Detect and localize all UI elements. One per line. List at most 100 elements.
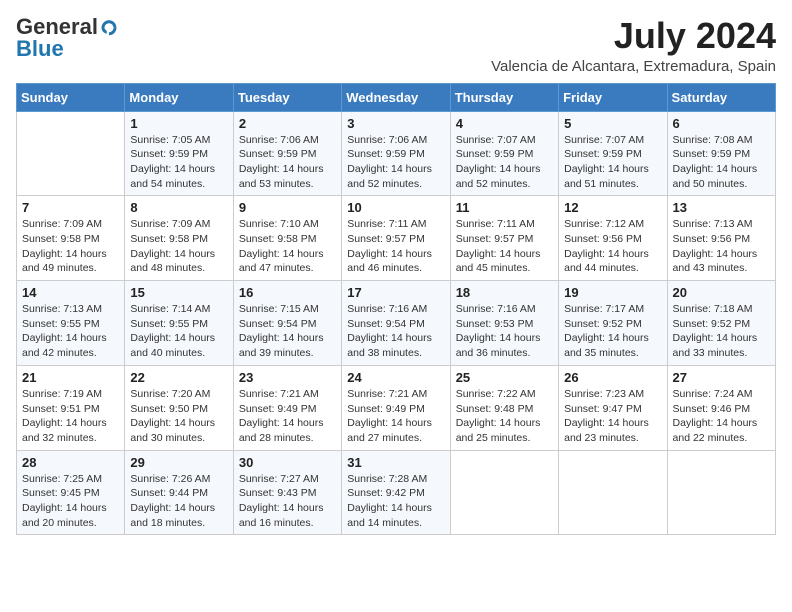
- day-number: 16: [239, 285, 336, 300]
- day-header-friday: Friday: [559, 83, 667, 111]
- day-number: 19: [564, 285, 661, 300]
- calendar-table: SundayMondayTuesdayWednesdayThursdayFrid…: [16, 83, 776, 536]
- calendar-cell: 3 Sunrise: 7:06 AM Sunset: 9:59 PM Daylig…: [342, 111, 450, 196]
- day-number: 13: [673, 200, 770, 215]
- calendar-cell: 28 Sunrise: 7:25 AM Sunset: 9:45 PM Dayli…: [17, 450, 125, 535]
- day-header-sunday: Sunday: [17, 83, 125, 111]
- day-info: Sunrise: 7:21 AM Sunset: 9:49 PM Dayligh…: [347, 387, 444, 446]
- day-number: 5: [564, 116, 661, 131]
- logo-icon: [100, 18, 118, 36]
- calendar-cell: 19 Sunrise: 7:17 AM Sunset: 9:52 PM Dayli…: [559, 281, 667, 366]
- day-number: 7: [22, 200, 119, 215]
- day-number: 26: [564, 370, 661, 385]
- day-info: Sunrise: 7:16 AM Sunset: 9:54 PM Dayligh…: [347, 302, 444, 361]
- calendar-cell: 13 Sunrise: 7:13 AM Sunset: 9:56 PM Dayli…: [667, 196, 775, 281]
- calendar-cell: 27Sunrise: 7:24 AM Sunset: 9:46 PM Dayli…: [667, 365, 775, 450]
- calendar-header-row: SundayMondayTuesdayWednesdayThursdayFrid…: [17, 83, 776, 111]
- calendar-cell: 15Sunrise: 7:14 AM Sunset: 9:55 PM Dayli…: [125, 281, 233, 366]
- day-info: Sunrise: 7:09 AM Sunset: 9:58 PM Dayligh…: [130, 217, 227, 276]
- calendar-cell: 5 Sunrise: 7:07 AM Sunset: 9:59 PM Daylig…: [559, 111, 667, 196]
- day-info: Sunrise: 7:13 AM Sunset: 9:56 PM Dayligh…: [673, 217, 770, 276]
- location-subtitle: Valencia de Alcantara, Extremadura, Spai…: [491, 58, 776, 75]
- day-number: 30: [239, 455, 336, 470]
- day-number: 28: [22, 455, 119, 470]
- day-number: 3: [347, 116, 444, 131]
- calendar-cell: 2 Sunrise: 7:06 AM Sunset: 9:59 PM Daylig…: [233, 111, 341, 196]
- day-info: Sunrise: 7:24 AM Sunset: 9:46 PM Dayligh…: [673, 387, 770, 446]
- day-info: Sunrise: 7:13 AM Sunset: 9:55 PM Dayligh…: [22, 302, 119, 361]
- logo-general: General: [16, 16, 98, 38]
- calendar-cell: 12 Sunrise: 7:12 AM Sunset: 9:56 PM Dayli…: [559, 196, 667, 281]
- day-info: Sunrise: 7:17 AM Sunset: 9:52 PM Dayligh…: [564, 302, 661, 361]
- calendar-cell: 11Sunrise: 7:11 AM Sunset: 9:57 PM Dayli…: [450, 196, 558, 281]
- calendar-cell: 26 Sunrise: 7:23 AM Sunset: 9:47 PM Dayli…: [559, 365, 667, 450]
- day-info: Sunrise: 7:15 AM Sunset: 9:54 PM Dayligh…: [239, 302, 336, 361]
- calendar-cell: 7Sunrise: 7:09 AM Sunset: 9:58 PM Daylig…: [17, 196, 125, 281]
- calendar-cell: 1Sunrise: 7:05 AM Sunset: 9:59 PM Daylig…: [125, 111, 233, 196]
- calendar-week-4: 21Sunrise: 7:19 AM Sunset: 9:51 PM Dayli…: [17, 365, 776, 450]
- day-number: 17: [347, 285, 444, 300]
- day-info: Sunrise: 7:18 AM Sunset: 9:52 PM Dayligh…: [673, 302, 770, 361]
- calendar-cell: 29 Sunrise: 7:26 AM Sunset: 9:44 PM Dayli…: [125, 450, 233, 535]
- logo: General Blue: [16, 16, 118, 60]
- day-number: 6: [673, 116, 770, 131]
- page-header: General Blue July 2024 Valencia de Alcan…: [16, 16, 776, 75]
- day-info: Sunrise: 7:16 AM Sunset: 9:53 PM Dayligh…: [456, 302, 553, 361]
- calendar-cell: 8Sunrise: 7:09 AM Sunset: 9:58 PM Daylig…: [125, 196, 233, 281]
- calendar-cell: 24Sunrise: 7:21 AM Sunset: 9:49 PM Dayli…: [342, 365, 450, 450]
- calendar-cell: 10 Sunrise: 7:11 AM Sunset: 9:57 PM Dayli…: [342, 196, 450, 281]
- calendar-cell: 31 Sunrise: 7:28 AM Sunset: 9:42 PM Dayli…: [342, 450, 450, 535]
- day-info: Sunrise: 7:07 AM Sunset: 9:59 PM Dayligh…: [456, 133, 553, 192]
- calendar-cell: 4Sunrise: 7:07 AM Sunset: 9:59 PM Daylig…: [450, 111, 558, 196]
- calendar-week-3: 14 Sunrise: 7:13 AM Sunset: 9:55 PM Dayli…: [17, 281, 776, 366]
- day-number: 9: [239, 200, 336, 215]
- day-info: Sunrise: 7:23 AM Sunset: 9:47 PM Dayligh…: [564, 387, 661, 446]
- day-info: Sunrise: 7:06 AM Sunset: 9:59 PM Dayligh…: [347, 133, 444, 192]
- day-number: 25: [456, 370, 553, 385]
- day-info: Sunrise: 7:19 AM Sunset: 9:51 PM Dayligh…: [22, 387, 119, 446]
- day-number: 10: [347, 200, 444, 215]
- day-number: 29: [130, 455, 227, 470]
- calendar-cell: [667, 450, 775, 535]
- calendar-cell: 6Sunrise: 7:08 AM Sunset: 9:59 PM Daylig…: [667, 111, 775, 196]
- day-number: 14: [22, 285, 119, 300]
- day-header-saturday: Saturday: [667, 83, 775, 111]
- day-info: Sunrise: 7:21 AM Sunset: 9:49 PM Dayligh…: [239, 387, 336, 446]
- calendar-cell: 25 Sunrise: 7:22 AM Sunset: 9:48 PM Dayli…: [450, 365, 558, 450]
- calendar-cell: 21Sunrise: 7:19 AM Sunset: 9:51 PM Dayli…: [17, 365, 125, 450]
- day-info: Sunrise: 7:14 AM Sunset: 9:55 PM Dayligh…: [130, 302, 227, 361]
- day-header-wednesday: Wednesday: [342, 83, 450, 111]
- calendar-cell: 23 Sunrise: 7:21 AM Sunset: 9:49 PM Dayli…: [233, 365, 341, 450]
- month-year-title: July 2024: [491, 16, 776, 56]
- calendar-cell: 9Sunrise: 7:10 AM Sunset: 9:58 PM Daylig…: [233, 196, 341, 281]
- day-info: Sunrise: 7:27 AM Sunset: 9:43 PM Dayligh…: [239, 472, 336, 531]
- calendar-cell: 30 Sunrise: 7:27 AM Sunset: 9:43 PM Dayli…: [233, 450, 341, 535]
- day-number: 11: [456, 200, 553, 215]
- day-header-tuesday: Tuesday: [233, 83, 341, 111]
- calendar-cell: 20 Sunrise: 7:18 AM Sunset: 9:52 PM Dayli…: [667, 281, 775, 366]
- day-number: 2: [239, 116, 336, 131]
- day-number: 18: [456, 285, 553, 300]
- day-info: Sunrise: 7:07 AM Sunset: 9:59 PM Dayligh…: [564, 133, 661, 192]
- day-info: Sunrise: 7:26 AM Sunset: 9:44 PM Dayligh…: [130, 472, 227, 531]
- calendar-cell: 22Sunrise: 7:20 AM Sunset: 9:50 PM Dayli…: [125, 365, 233, 450]
- day-number: 23: [239, 370, 336, 385]
- day-number: 31: [347, 455, 444, 470]
- day-info: Sunrise: 7:11 AM Sunset: 9:57 PM Dayligh…: [347, 217, 444, 276]
- day-number: 1: [130, 116, 227, 131]
- day-info: Sunrise: 7:25 AM Sunset: 9:45 PM Dayligh…: [22, 472, 119, 531]
- calendar-cell: [450, 450, 558, 535]
- logo-blue: Blue: [16, 38, 118, 60]
- calendar-week-5: 28 Sunrise: 7:25 AM Sunset: 9:45 PM Dayli…: [17, 450, 776, 535]
- day-info: Sunrise: 7:06 AM Sunset: 9:59 PM Dayligh…: [239, 133, 336, 192]
- day-number: 22: [130, 370, 227, 385]
- day-info: Sunrise: 7:22 AM Sunset: 9:48 PM Dayligh…: [456, 387, 553, 446]
- day-info: Sunrise: 7:28 AM Sunset: 9:42 PM Dayligh…: [347, 472, 444, 531]
- title-block: July 2024 Valencia de Alcantara, Extrema…: [491, 16, 776, 75]
- calendar-cell: 18 Sunrise: 7:16 AM Sunset: 9:53 PM Dayli…: [450, 281, 558, 366]
- day-number: 20: [673, 285, 770, 300]
- day-number: 12: [564, 200, 661, 215]
- day-info: Sunrise: 7:12 AM Sunset: 9:56 PM Dayligh…: [564, 217, 661, 276]
- calendar-week-2: 7 Sunrise: 7:09 AM Sunset: 9:58 PM Daylig…: [17, 196, 776, 281]
- calendar-cell: [17, 111, 125, 196]
